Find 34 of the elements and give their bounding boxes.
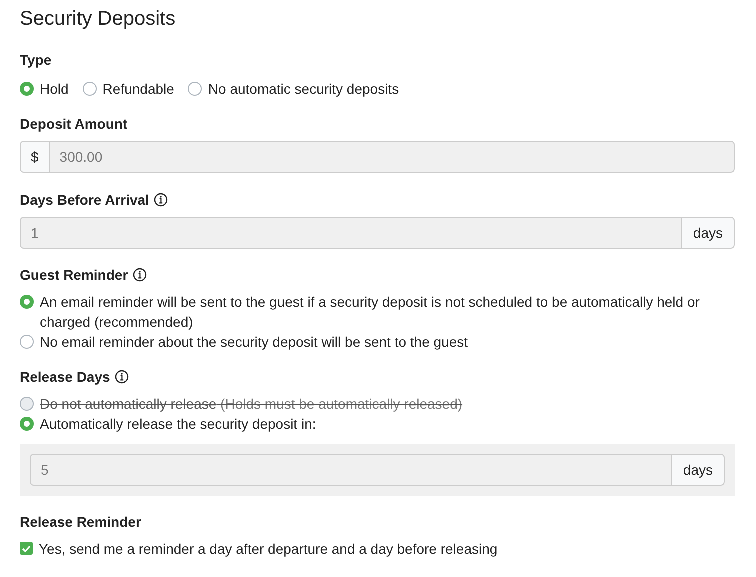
- page-title: Security Deposits: [20, 7, 177, 32]
- radio-button[interactable]: [188, 82, 202, 96]
- radio-option[interactable]: Refundable: [82, 79, 174, 99]
- field-label: Release Reminder: [20, 513, 142, 531]
- radio-option[interactable]: No email reminder about the security deposit will be sent to the guest: [20, 332, 735, 352]
- option-label: Yes, send me a reminder a day after departure and a day before releasing: [39, 540, 498, 559]
- radio-button[interactable]: [20, 417, 34, 431]
- checkbox[interactable]: [20, 542, 33, 555]
- radio-button[interactable]: [20, 335, 34, 349]
- option-label: Automatically release the security deposit in:: [40, 415, 316, 434]
- input-field[interactable]: 1: [20, 217, 682, 249]
- info-icon[interactable]: [115, 370, 130, 384]
- input-field[interactable]: 300.00: [50, 141, 735, 173]
- radio-button[interactable]: [20, 82, 34, 96]
- radio-button[interactable]: [82, 82, 97, 96]
- field-label: Days Before Arrival: [20, 191, 150, 209]
- currency-label: $: [20, 141, 50, 173]
- field-label: Deposit Amount: [20, 115, 128, 133]
- field-label: Guest Reminder: [20, 266, 128, 284]
- radio-button[interactable]: [20, 295, 34, 309]
- info-icon[interactable]: [154, 193, 168, 207]
- input-field[interactable]: 5: [30, 454, 672, 486]
- unit-label: days: [681, 217, 735, 249]
- option-label: Refundable: [102, 80, 174, 99]
- checkbox-option[interactable]: Yes, send me a reminder a day after departure and a day before releasing: [20, 539, 735, 559]
- option-label: No email reminder about the security deposit will be sent to the guest: [40, 333, 468, 352]
- option-label: Hold: [40, 80, 69, 99]
- unit-label: days: [671, 454, 725, 486]
- radio-option[interactable]: Automatically release the security deposit in:: [20, 414, 735, 434]
- info-icon[interactable]: [133, 268, 148, 282]
- radio-option[interactable]: Hold: [20, 79, 69, 99]
- option-label: Do not automatically release (Holds must be automatically released): [40, 395, 463, 414]
- field-label: Type: [20, 51, 52, 69]
- field-label: Release Days: [20, 368, 110, 386]
